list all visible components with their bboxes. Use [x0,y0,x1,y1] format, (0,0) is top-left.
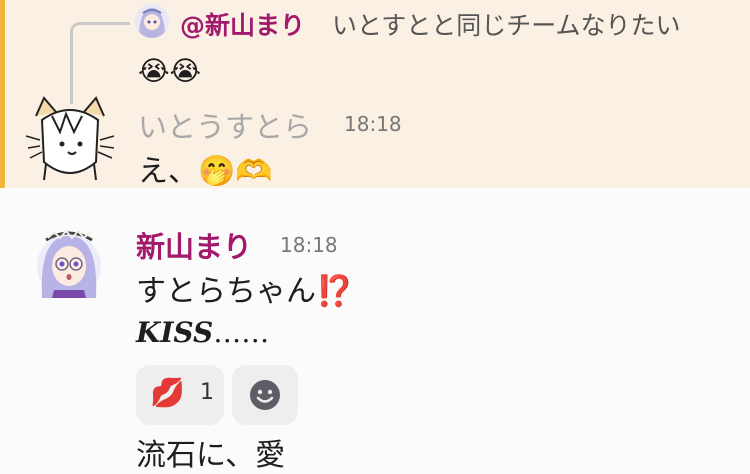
avatar-niiyama-mari[interactable] [36,214,102,298]
highlight-bar [0,0,5,188]
reaction-emoji: 💋 [150,376,185,409]
timestamp: 18:18 [344,112,402,136]
author-name[interactable]: 新山まり [136,224,252,266]
message-text: すとらちゃん⁉️ [136,274,354,309]
message-text: 流石に、愛 [136,438,286,473]
smiley-icon [250,380,280,410]
reaction-chip[interactable]: 💋 1 [136,365,224,425]
add-reaction-button[interactable] [232,365,298,425]
kiss-bold-text: KISS [136,316,214,349]
reply-mention[interactable]: @新山まり [180,6,305,42]
author-name[interactable]: いとうすとら [138,104,312,146]
message-text-kiss: KISS…… [136,316,269,349]
reply-text: いとすとと同じチームなりたい [332,11,681,40]
kiss-dots: …… [213,316,270,349]
message-text: え、🤭🫶 [138,154,273,189]
reply-avatar[interactable] [135,4,169,38]
reaction-count: 1 [200,380,214,405]
avatar-itou-sutora[interactable] [22,92,118,184]
timestamp: 18:18 [280,233,338,257]
reply-emoji: 😭😭 [138,56,202,87]
